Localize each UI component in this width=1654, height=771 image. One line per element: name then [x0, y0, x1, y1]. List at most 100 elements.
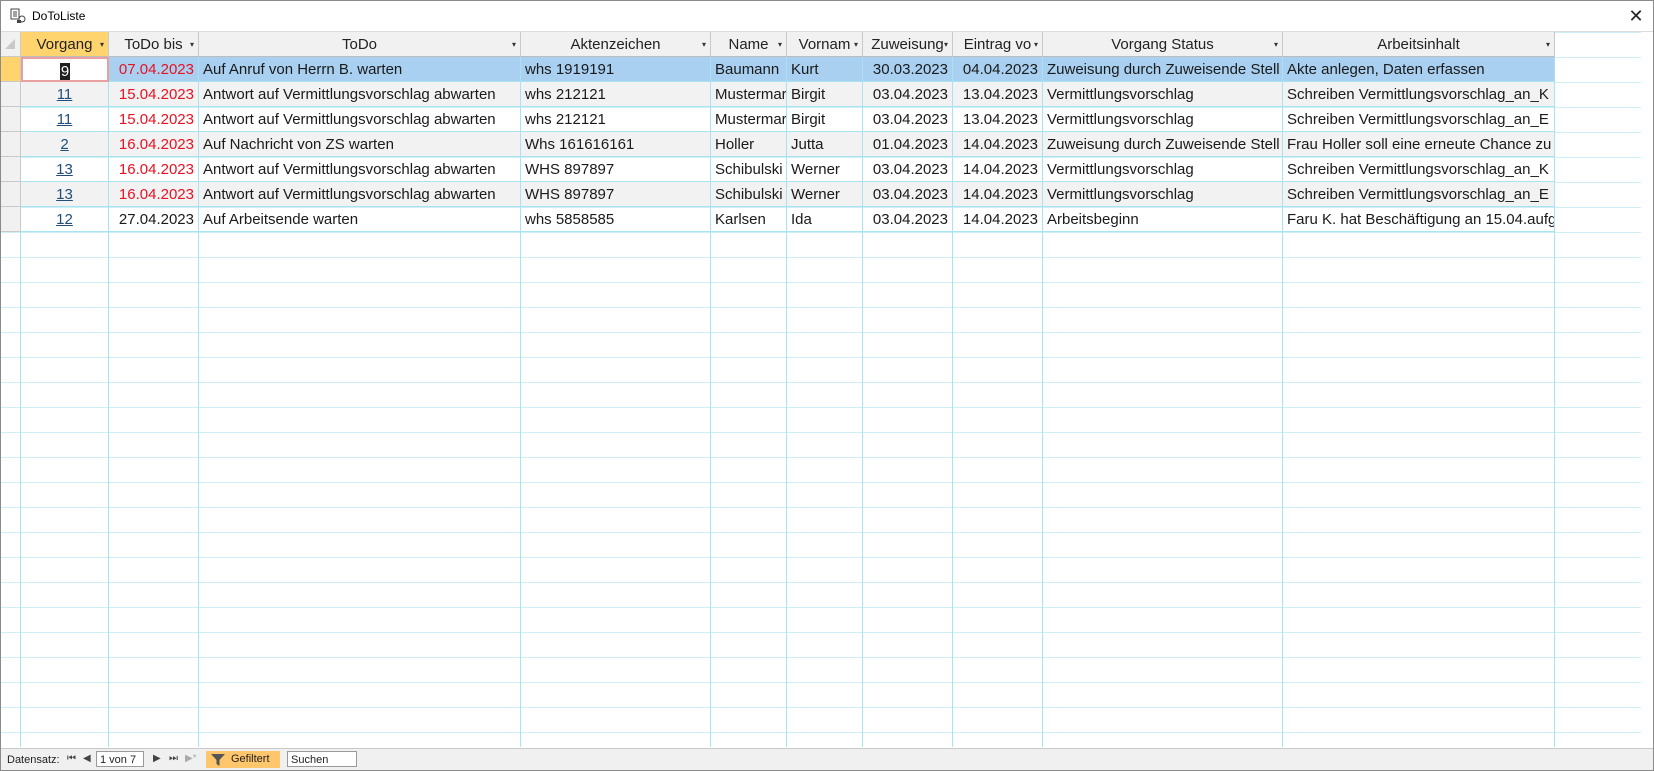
- cell-aktenzeichen[interactable]: whs 212121: [521, 107, 711, 132]
- cell-todo_bis[interactable]: 27.04.2023: [109, 207, 199, 232]
- cell-todo_bis[interactable]: 16.04.2023: [109, 132, 199, 157]
- search-input[interactable]: Suchen: [287, 751, 357, 767]
- column-header-status[interactable]: Vorgang Status ▾: [1043, 32, 1283, 57]
- select-all-corner[interactable]: [1, 32, 21, 57]
- sort-filter-arrow-icon[interactable]: ▾: [512, 32, 516, 56]
- cell-vorname[interactable]: Birgit: [787, 107, 863, 132]
- cell-inhalt[interactable]: Faru K. hat Beschäftigung an 15.04.aufg: [1283, 207, 1555, 232]
- cell-vorgang[interactable]: 12: [21, 207, 109, 232]
- cell-status[interactable]: Zuweisung durch Zuweisende Stell: [1043, 57, 1283, 82]
- table-row[interactable]: 11 15.04.2023 Antwort auf Vermittlungsvors…: [1, 82, 1641, 107]
- cell-eintrag[interactable]: 04.04.2023: [953, 57, 1043, 82]
- cell-aktenzeichen[interactable]: WHS 897897: [521, 157, 711, 182]
- sort-filter-arrow-icon[interactable]: ▾: [1546, 32, 1550, 56]
- first-record-button[interactable]: ⏮: [67, 753, 76, 764]
- filter-toggle-button[interactable]: Gefiltert: [206, 751, 280, 768]
- cell-zuweisung[interactable]: 03.04.2023: [863, 182, 953, 207]
- cell-name[interactable]: Mustermar: [711, 107, 787, 132]
- cell-vorname[interactable]: Jutta: [787, 132, 863, 157]
- cell-todo[interactable]: Antwort auf Vermittlungsvorschlag abwart…: [199, 107, 521, 132]
- cell-todo[interactable]: Antwort auf Vermittlungsvorschlag abwart…: [199, 82, 521, 107]
- column-header-vorgang[interactable]: Vorgang ▾: [21, 32, 109, 57]
- cell-status[interactable]: Arbeitsbeginn: [1043, 207, 1283, 232]
- cell-name[interactable]: Schibulski: [711, 157, 787, 182]
- sort-filter-arrow-icon[interactable]: ▾: [702, 32, 706, 56]
- cell-name[interactable]: Karlsen: [711, 207, 787, 232]
- cell-zuweisung[interactable]: 03.04.2023: [863, 157, 953, 182]
- table-row[interactable]: 2 16.04.2023 Auf Nachricht von ZS warten Wh…: [1, 132, 1641, 157]
- cell-aktenzeichen[interactable]: Whs 161616161: [521, 132, 711, 157]
- cell-eintrag[interactable]: 14.04.2023: [953, 132, 1043, 157]
- cell-vorgang[interactable]: 11: [21, 107, 109, 132]
- sort-filter-arrow-icon[interactable]: ▾: [1274, 32, 1278, 56]
- cell-aktenzeichen[interactable]: WHS 897897: [521, 182, 711, 207]
- sort-filter-arrow-icon[interactable]: ▾: [190, 32, 194, 56]
- record-selector[interactable]: [1, 207, 21, 232]
- cell-status[interactable]: Zuweisung durch Zuweisende Stell: [1043, 132, 1283, 157]
- column-header-inhalt[interactable]: Arbeitsinhalt ▾: [1283, 32, 1555, 57]
- sort-filter-arrow-icon[interactable]: ▾: [944, 32, 948, 56]
- cell-eintrag[interactable]: 14.04.2023: [953, 182, 1043, 207]
- sort-filter-arrow-icon[interactable]: ▾: [100, 32, 104, 56]
- sort-filter-arrow-icon[interactable]: ▾: [778, 32, 782, 56]
- cell-inhalt[interactable]: Schreiben Vermittlungsvorschlag_an_E: [1283, 182, 1555, 207]
- record-selector[interactable]: [1, 57, 21, 82]
- cell-aktenzeichen[interactable]: whs 1919191: [521, 57, 711, 82]
- table-row[interactable]: 13 16.04.2023 Antwort auf Vermittlungsvors…: [1, 157, 1641, 182]
- cell-aktenzeichen[interactable]: whs 5858585: [521, 207, 711, 232]
- last-record-button[interactable]: ⏭: [169, 753, 178, 764]
- vorgang-link[interactable]: 9: [59, 63, 71, 80]
- cell-vorgang[interactable]: 11: [21, 82, 109, 107]
- column-header-todo[interactable]: ToDo ▾: [199, 32, 521, 57]
- cell-todo[interactable]: Auf Nachricht von ZS warten: [199, 132, 521, 157]
- vorgang-link[interactable]: 2: [60, 136, 68, 153]
- record-selector[interactable]: [1, 82, 21, 107]
- cell-zuweisung[interactable]: 30.03.2023: [863, 57, 953, 82]
- record-selector[interactable]: [1, 182, 21, 207]
- record-selector[interactable]: [1, 132, 21, 157]
- cell-status[interactable]: Vermittlungsvorschlag: [1043, 107, 1283, 132]
- table-row[interactable]: 13 16.04.2023 Antwort auf Vermittlungsvors…: [1, 182, 1641, 207]
- cell-zuweisung[interactable]: 03.04.2023: [863, 107, 953, 132]
- next-record-button[interactable]: ▶: [153, 753, 161, 764]
- cell-name[interactable]: Mustermar: [711, 82, 787, 107]
- cell-vorname[interactable]: Werner: [787, 157, 863, 182]
- cell-todo[interactable]: Antwort auf Vermittlungsvorschlag abwart…: [199, 182, 521, 207]
- cell-name[interactable]: Baumann: [711, 57, 787, 82]
- cell-inhalt[interactable]: Akte anlegen, Daten erfassen: [1283, 57, 1555, 82]
- current-record-field[interactable]: 1 von 7: [96, 751, 144, 767]
- column-header-eintrag[interactable]: Eintrag vo ▾: [953, 32, 1043, 57]
- cell-inhalt[interactable]: Schreiben Vermittlungsvorschlag_an_K: [1283, 157, 1555, 182]
- vorgang-link[interactable]: 13: [56, 186, 73, 203]
- column-header-todo_bis[interactable]: ToDo bis ▾: [109, 32, 199, 57]
- cell-eintrag[interactable]: 14.04.2023: [953, 157, 1043, 182]
- cell-todo_bis[interactable]: 16.04.2023: [109, 157, 199, 182]
- cell-vorgang[interactable]: 13: [21, 182, 109, 207]
- cell-todo_bis[interactable]: 15.04.2023: [109, 82, 199, 107]
- cell-eintrag[interactable]: 13.04.2023: [953, 82, 1043, 107]
- cell-todo_bis[interactable]: 07.04.2023: [109, 57, 199, 82]
- cell-vorgang[interactable]: 9: [21, 57, 109, 82]
- column-header-name[interactable]: Name ▾: [711, 32, 787, 57]
- cell-todo_bis[interactable]: 15.04.2023: [109, 107, 199, 132]
- cell-vorgang[interactable]: 13: [21, 157, 109, 182]
- vorgang-link[interactable]: 11: [57, 86, 73, 103]
- cell-status[interactable]: Vermittlungsvorschlag: [1043, 157, 1283, 182]
- cell-todo[interactable]: Auf Arbeitsende warten: [199, 207, 521, 232]
- cell-inhalt[interactable]: Frau Holler soll eine erneute Chance zu: [1283, 132, 1555, 157]
- table-row[interactable]: 12 27.04.2023 Auf Arbeitsende warten whs 58…: [1, 207, 1641, 232]
- cell-vorname[interactable]: Birgit: [787, 82, 863, 107]
- cell-todo[interactable]: Antwort auf Vermittlungsvorschlag abwart…: [199, 157, 521, 182]
- sort-filter-arrow-icon[interactable]: ▾: [854, 32, 858, 56]
- cell-name[interactable]: Holler: [711, 132, 787, 157]
- sort-filter-arrow-icon[interactable]: ▾: [1034, 32, 1038, 56]
- column-header-zuweisung[interactable]: Zuweisung ▾: [863, 32, 953, 57]
- cell-inhalt[interactable]: Schreiben Vermittlungsvorschlag_an_E: [1283, 107, 1555, 132]
- cell-todo[interactable]: Auf Anruf von Herrn B. warten: [199, 57, 521, 82]
- cell-vorname[interactable]: Werner: [787, 182, 863, 207]
- cell-eintrag[interactable]: 14.04.2023: [953, 207, 1043, 232]
- cell-status[interactable]: Vermittlungsvorschlag: [1043, 182, 1283, 207]
- cell-vorname[interactable]: Ida: [787, 207, 863, 232]
- column-header-vorname[interactable]: Vornam ▾: [787, 32, 863, 57]
- cell-todo_bis[interactable]: 16.04.2023: [109, 182, 199, 207]
